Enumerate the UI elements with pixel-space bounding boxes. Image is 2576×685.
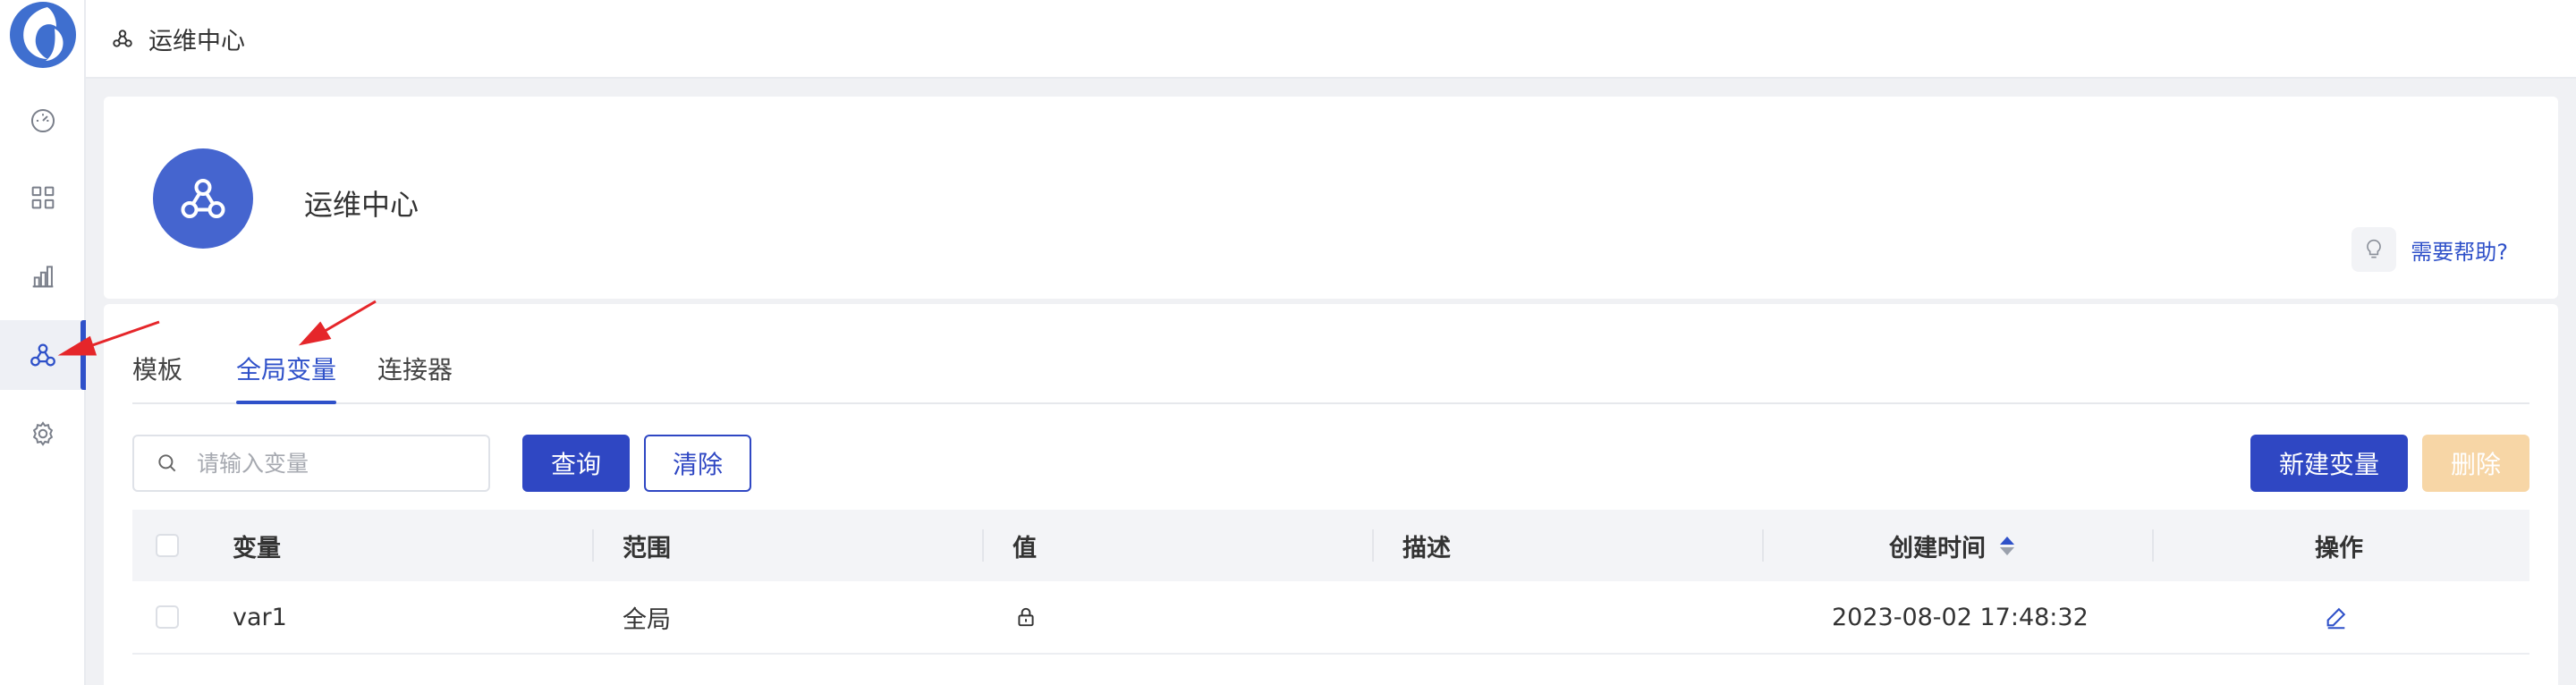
edit-icon[interactable] — [2324, 605, 2349, 630]
select-all-checkbox[interactable] — [156, 534, 179, 557]
column-header-value[interactable]: 值 — [1013, 510, 1037, 581]
help-label[interactable]: 需要帮助? — [2411, 234, 2508, 266]
variable-scope: 全局 — [623, 605, 671, 634]
column-header-created-label: 创建时间 — [1889, 534, 1986, 562]
content-card: 模板 全局变量 连接器 查询 清除 新建变量 删除 变量 范围 — [104, 304, 2558, 685]
column-header-scope[interactable]: 范围 — [623, 510, 671, 581]
help-link[interactable]: 需要帮助? — [2351, 227, 2508, 272]
query-button[interactable]: 查询 — [522, 435, 630, 492]
column-divider — [982, 529, 984, 562]
row-select-cell — [156, 581, 179, 653]
logo — [10, 2, 76, 68]
nav-apps[interactable] — [0, 163, 86, 233]
sort-icon[interactable] — [2000, 536, 2014, 555]
search-icon — [158, 454, 176, 472]
lock-icon — [1018, 607, 1034, 627]
tab-bar: 模板 全局变量 连接器 — [132, 349, 2529, 404]
ops-center-icon — [181, 179, 225, 218]
table-header: 变量 范围 值 描述 创建时间 操作 — [132, 510, 2529, 581]
ops-center-icon — [113, 30, 132, 47]
column-divider — [1762, 529, 1764, 562]
page-title: 运维中心 — [304, 188, 419, 222]
delete-button[interactable]: 删除 — [2422, 435, 2529, 492]
nav-dashboard[interactable] — [0, 86, 86, 156]
topbar: 运维中心 — [86, 0, 2576, 79]
column-divider — [2152, 529, 2154, 562]
help-button[interactable] — [2351, 227, 2397, 272]
search-input[interactable] — [197, 450, 483, 477]
table-row[interactable]: var1 全局 2023-08-02 17:48:32 — [132, 581, 2529, 655]
column-header-created[interactable]: 创建时间 — [1889, 510, 2014, 581]
header-card: 运维中心 需要帮助? — [104, 97, 2558, 299]
variable-created-time: 2023-08-02 17:48:32 — [1832, 603, 2089, 631]
breadcrumb: 运维中心 — [148, 27, 245, 55]
row-checkbox[interactable] — [156, 605, 179, 629]
tab-global-variables[interactable]: 全局变量 — [236, 349, 337, 404]
column-header-description[interactable]: 描述 — [1402, 510, 1451, 581]
grid-icon — [31, 186, 55, 209]
logo-icon — [23, 7, 64, 61]
dashboard-icon — [30, 108, 55, 133]
ops-center-icon — [30, 343, 55, 367]
gear-icon — [32, 421, 54, 446]
column-divider — [592, 529, 594, 562]
variable-value — [1014, 581, 1038, 653]
create-variable-button[interactable]: 新建变量 — [2250, 435, 2408, 492]
edit-action[interactable] — [2324, 581, 2349, 653]
header-avatar — [153, 148, 253, 249]
sidebar — [0, 0, 86, 685]
nav-settings[interactable] — [0, 399, 86, 469]
column-header-variable[interactable]: 变量 — [233, 510, 281, 581]
variable-name: var1 — [233, 603, 287, 631]
column-divider — [1372, 529, 1374, 562]
search-field[interactable] — [132, 435, 490, 492]
clear-button[interactable]: 清除 — [644, 435, 751, 492]
select-all-cell — [156, 510, 179, 581]
tab-templates[interactable]: 模板 — [132, 349, 182, 404]
nav-ops-center[interactable] — [0, 320, 86, 390]
nav-analytics[interactable] — [0, 241, 86, 311]
variables-table: 变量 范围 值 描述 创建时间 操作 var1 全局 2023-08-02 17… — [132, 510, 2529, 655]
tab-connectors[interactable]: 连接器 — [377, 349, 453, 404]
lightbulb-icon — [2367, 239, 2382, 258]
column-header-actions: 操作 — [2315, 534, 2363, 562]
bar-chart-icon — [32, 266, 54, 288]
